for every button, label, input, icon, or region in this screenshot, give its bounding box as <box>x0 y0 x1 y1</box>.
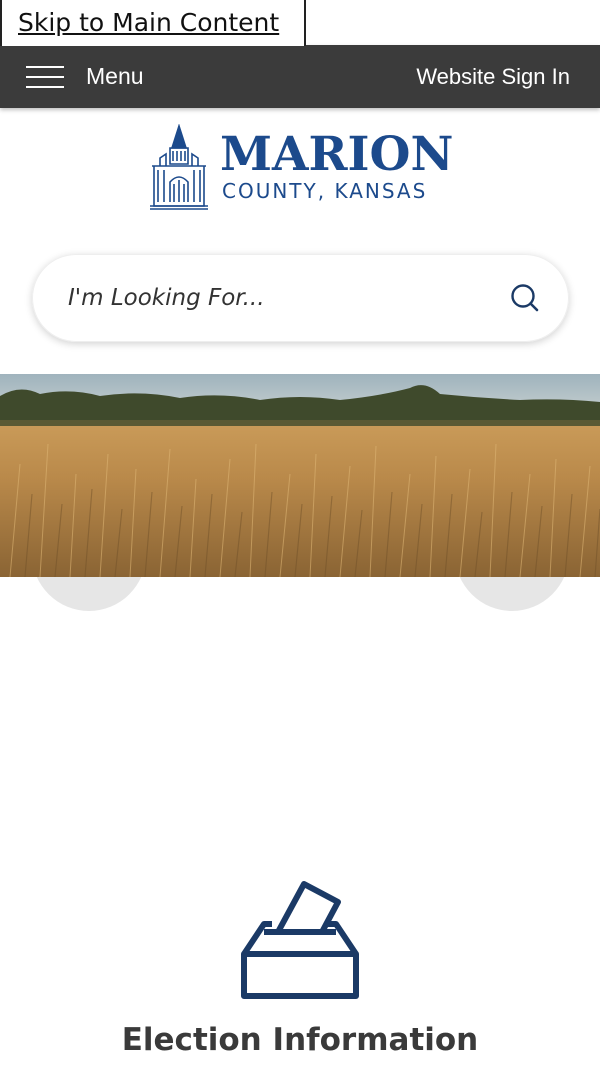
logo-subtitle: COUNTY, KANSAS <box>222 179 428 203</box>
website-sign-in-link[interactable]: Website Sign In <box>416 45 570 108</box>
menu-label: Menu <box>86 63 144 89</box>
quick-link-election-information[interactable]: Election Information <box>0 870 600 1065</box>
hamburger-icon <box>26 64 64 90</box>
courthouse-icon <box>150 124 208 210</box>
search-icon[interactable] <box>509 282 541 314</box>
search-input[interactable] <box>68 278 488 318</box>
quick-link-label: Election Information <box>121 1022 479 1058</box>
ballot-box-icon <box>241 881 359 999</box>
site-search <box>32 254 569 342</box>
top-navigation-bar: Menu Website Sign In <box>0 45 600 108</box>
logo-name: MARION <box>220 127 454 182</box>
menu-button[interactable]: Menu <box>26 45 144 108</box>
hero-banner <box>0 374 600 577</box>
skip-to-main-link[interactable]: Skip to Main Content <box>0 0 306 46</box>
wheat-field-image <box>0 374 600 577</box>
site-logo[interactable]: MARION COUNTY, KANSAS <box>148 124 454 212</box>
